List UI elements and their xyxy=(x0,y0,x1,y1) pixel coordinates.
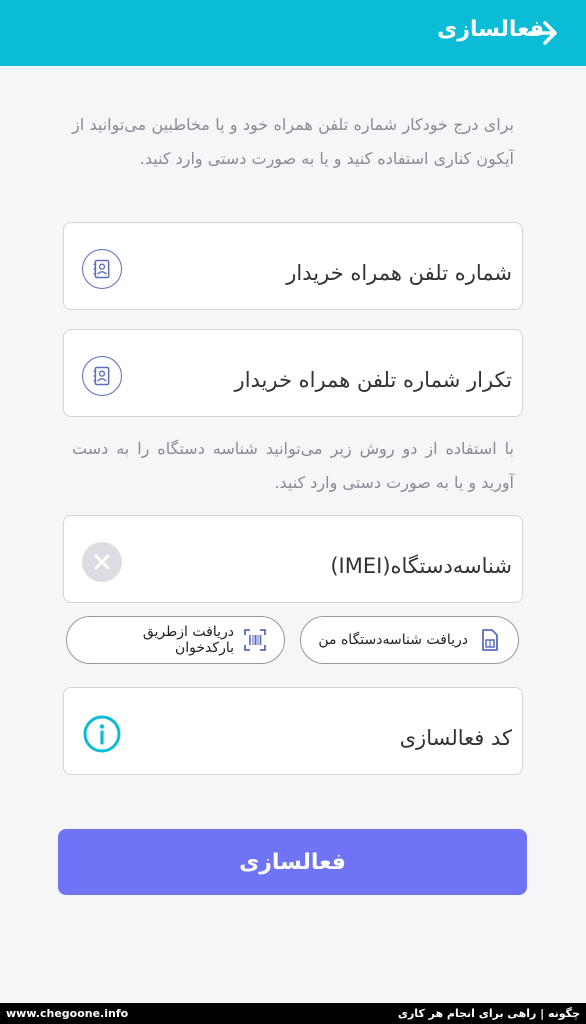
activate-button-label: فعالسازی xyxy=(239,849,346,875)
buyer-phone-field[interactable]: شماره تلفن همراه خریدار xyxy=(63,222,523,310)
scan-barcode-button[interactable]: دریافت ازطریق بارکدخوان xyxy=(66,616,285,664)
get-my-device-id-label: دریافت شناسه‌دستگاه من xyxy=(318,632,468,648)
info-icon[interactable] xyxy=(82,714,122,754)
app-bar: فعالسازی xyxy=(0,0,586,66)
buyer-phone-placeholder: شماره تلفن همراه خریدار xyxy=(286,261,512,285)
activate-button[interactable]: فعالسازی xyxy=(58,829,527,895)
intro-text: برای درج خودکار شماره تلفن همراه خود و ی… xyxy=(72,115,514,168)
sim-card-icon xyxy=(482,629,498,651)
buyer-phone-repeat-placeholder: تکرار شماره تلفن همراه خریدار xyxy=(234,368,512,392)
activation-code-placeholder: کد فعالسازی xyxy=(399,726,512,750)
activation-code-field[interactable]: کد فعالسازی xyxy=(63,687,523,775)
watermark-url: www.chegoone.info xyxy=(6,1007,129,1020)
buyer-phone-repeat-field[interactable]: تکرار شماره تلفن همراه خریدار xyxy=(63,329,523,417)
get-my-device-id-button[interactable]: دریافت شناسه‌دستگاه من xyxy=(300,616,519,664)
watermark-bar: www.chegoone.info چگونه | راهی برای انجا… xyxy=(0,1003,586,1024)
contact-book-icon[interactable] xyxy=(82,356,122,396)
imei-field[interactable]: شناسه‌دستگاه(IMEI) xyxy=(63,515,523,603)
arrow-right-icon[interactable] xyxy=(524,14,562,52)
watermark-slogan: چگونه | راهی برای انجام هر کاری xyxy=(397,1007,580,1020)
imei-placeholder: شناسه‌دستگاه(IMEI) xyxy=(330,554,512,578)
contact-book-icon[interactable] xyxy=(82,249,122,289)
scan-barcode-label: دریافت ازطریق بارکدخوان xyxy=(142,624,234,656)
clear-icon[interactable] xyxy=(82,542,122,582)
barcode-scan-icon xyxy=(244,629,266,651)
device-id-text: با استفاده از دو روش زیر می‌توانید شناسه… xyxy=(72,439,514,492)
